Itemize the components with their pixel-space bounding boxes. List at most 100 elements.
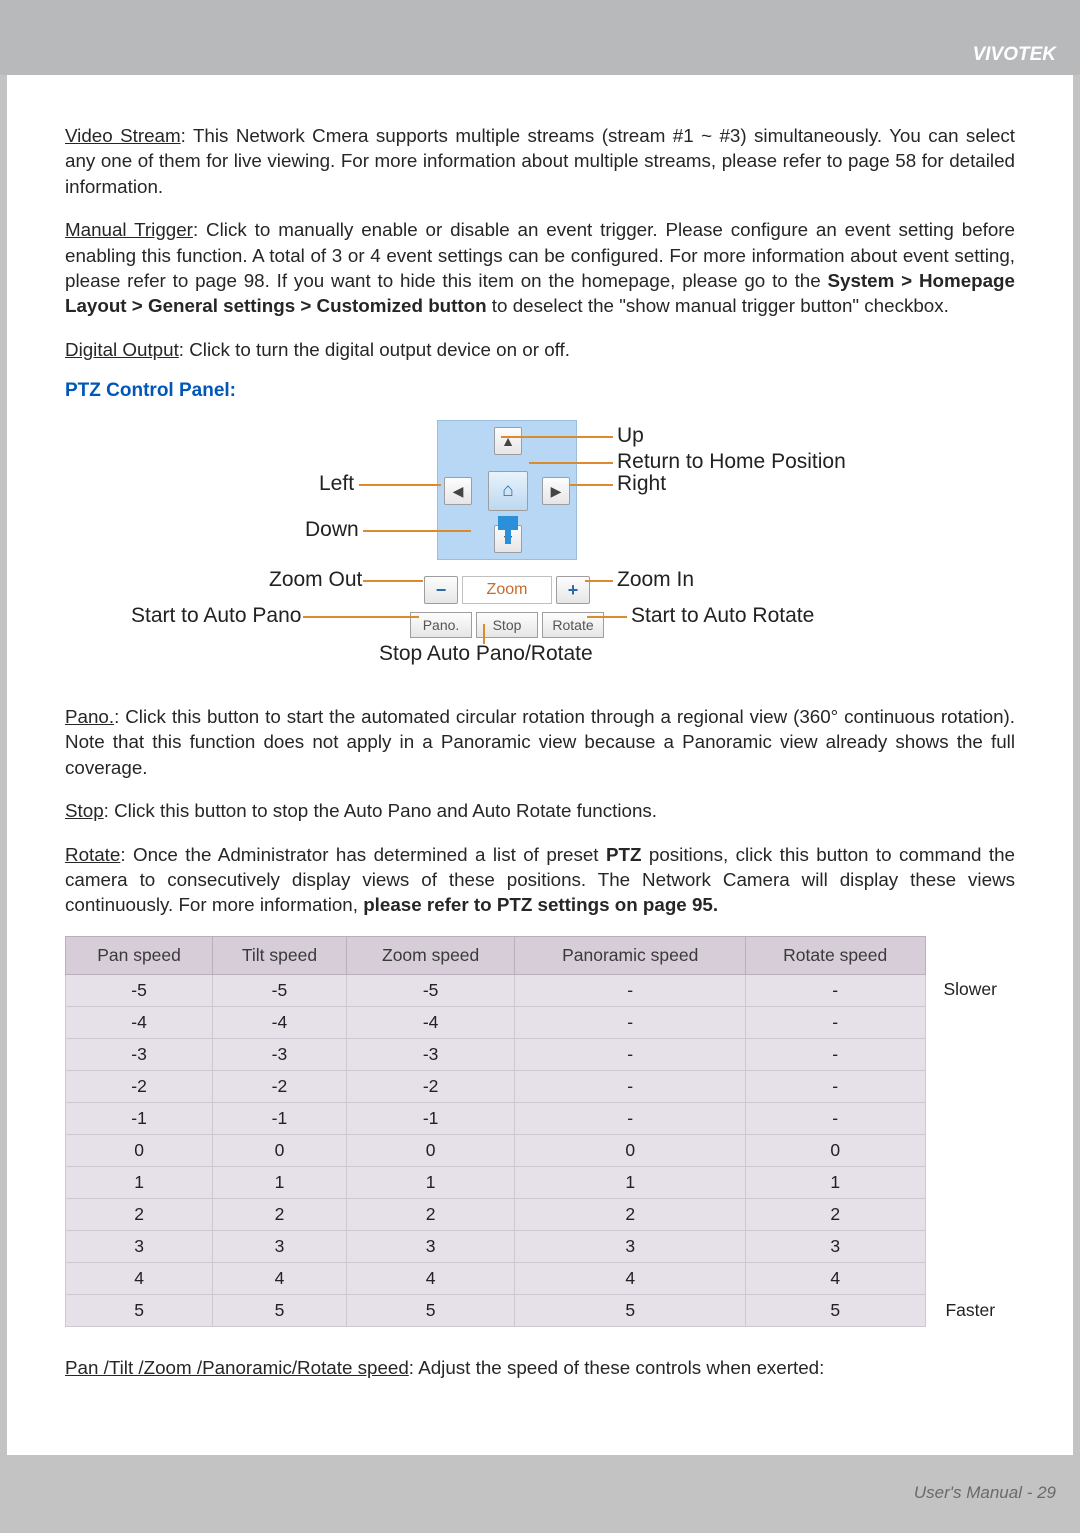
table-cell: -2 [213, 1070, 347, 1102]
ptz-diagram: ▲ ▼ ◀ ▶ ⌂ − Zoom + Pano. Stop Rotate Up … [65, 414, 1015, 674]
callout-down: Down [305, 518, 359, 542]
table-cell: -1 [66, 1102, 213, 1134]
stop-title: Stop [65, 800, 104, 821]
manual-trigger-body-b: to deselect the "show manual trigger but… [487, 295, 949, 316]
table-row: -5-5-5--Slower [66, 974, 1016, 1006]
table-cell: 0 [66, 1134, 213, 1166]
table-cell: -5 [213, 974, 347, 1006]
table-cell: 1 [66, 1166, 213, 1198]
line [529, 462, 613, 464]
manual-trigger-title: Manual Trigger [65, 219, 193, 240]
table-row: 33333 [66, 1230, 1016, 1262]
table-cell: 3 [346, 1230, 515, 1262]
rotate-body-a: : Once the Administrator has determined … [120, 844, 606, 865]
ptz-dpad: ▲ ▼ ◀ ▶ ⌂ [437, 420, 577, 560]
table-row: -2-2-2-- [66, 1070, 1016, 1102]
table-row: 00000 [66, 1134, 1016, 1166]
table-row: 44444 [66, 1262, 1016, 1294]
th-zoom: Zoom speed [346, 936, 515, 974]
ptz-home-button[interactable]: ⌂ [488, 471, 528, 511]
table-cell: 3 [213, 1230, 347, 1262]
rotate-ref-bold: please refer to PTZ settings on page 95. [363, 894, 718, 915]
table-cell: -4 [66, 1006, 213, 1038]
table-cell: 0 [213, 1134, 347, 1166]
pano-title: Pano. [65, 706, 114, 727]
table-cell: 1 [213, 1166, 347, 1198]
ptz-right-button[interactable]: ▶ [542, 477, 570, 505]
line [363, 580, 423, 582]
video-stream-paragraph: Video Stream: This Network Cmera support… [65, 123, 1015, 199]
table-cell: 0 [745, 1134, 925, 1166]
th-pan: Pan speed [66, 936, 213, 974]
table-cell: 4 [515, 1262, 745, 1294]
rotate-paragraph: Rotate: Once the Administrator has deter… [65, 842, 1015, 918]
table-cell: 0 [346, 1134, 515, 1166]
stop-body: : Click this button to stop the Auto Pan… [104, 800, 657, 821]
pano-button[interactable]: Pano. [410, 612, 472, 638]
table-cell: 2 [346, 1198, 515, 1230]
stop-button[interactable]: Stop [476, 612, 538, 638]
table-cell: 5 [515, 1294, 745, 1326]
callout-zoom-in: Zoom In [617, 568, 694, 592]
table-cell: 2 [213, 1198, 347, 1230]
table-cell: - [745, 1006, 925, 1038]
table-cell: - [515, 974, 745, 1006]
line [501, 436, 613, 438]
table-cell: 3 [745, 1230, 925, 1262]
table-cell: 4 [745, 1262, 925, 1294]
stop-paragraph: Stop: Click this button to stop the Auto… [65, 798, 1015, 823]
callout-home: Return to Home Position [617, 450, 846, 474]
table-cell: -3 [66, 1038, 213, 1070]
manual-trigger-paragraph: Manual Trigger: Click to manually enable… [65, 217, 1015, 319]
table-cell: 0 [515, 1134, 745, 1166]
ptz-joystick-handle[interactable] [498, 516, 518, 530]
callout-left: Left [319, 472, 354, 496]
line [363, 530, 471, 532]
speed-title: Pan /Tilt /Zoom /Panoramic/Rotate speed [65, 1357, 409, 1378]
ptz-panel: ▲ ▼ ◀ ▶ ⌂ − Zoom + Pano. Stop Rotate [397, 420, 617, 638]
page-content: Video Stream: This Network Cmera support… [7, 75, 1073, 1455]
video-stream-title: Video Stream [65, 125, 181, 146]
ptz-up-button[interactable]: ▲ [494, 427, 522, 455]
table-header-row: Pan speed Tilt speed Zoom speed Panorami… [66, 936, 1016, 974]
callout-zoom-out: Zoom Out [269, 568, 362, 592]
ptz-zoom-row: − Zoom + [397, 576, 617, 604]
th-tilt: Tilt speed [213, 936, 347, 974]
line [587, 616, 627, 618]
speed-table: Pan speed Tilt speed Zoom speed Panorami… [65, 936, 1015, 1327]
table-cell: -2 [346, 1070, 515, 1102]
ptz-section-title: PTZ Control Panel: [65, 380, 1015, 402]
table-cell: -3 [213, 1038, 347, 1070]
table-cell: 1 [515, 1166, 745, 1198]
line [359, 484, 441, 486]
table-cell: 5 [745, 1294, 925, 1326]
table-cell: 4 [346, 1262, 515, 1294]
video-stream-body: : This Network Cmera supports multiple s… [65, 125, 1015, 197]
line [585, 580, 613, 582]
table-cell: - [515, 1070, 745, 1102]
table-row: 11111 [66, 1166, 1016, 1198]
table-cell: - [745, 1070, 925, 1102]
brand-label: VIVOTEK [973, 44, 1056, 66]
table-cell: -5 [66, 974, 213, 1006]
table-cell: 2 [515, 1198, 745, 1230]
table-cell: -1 [213, 1102, 347, 1134]
table-cell: 4 [66, 1262, 213, 1294]
table-row: -4-4-4-- [66, 1006, 1016, 1038]
zoom-out-button[interactable]: − [424, 576, 458, 604]
header-bar: VIVOTEK [0, 0, 1080, 75]
table-cell: 5 [66, 1294, 213, 1326]
table-cell: -3 [346, 1038, 515, 1070]
speed-paragraph: Pan /Tilt /Zoom /Panoramic/Rotate speed:… [65, 1355, 1015, 1380]
table-cell: - [515, 1102, 745, 1134]
ptz-action-row: Pano. Stop Rotate [397, 612, 617, 638]
pano-body: : Click this button to start the automat… [65, 706, 1015, 778]
table-cell: -5 [346, 974, 515, 1006]
table-cell: 2 [66, 1198, 213, 1230]
line [303, 616, 419, 618]
digital-output-title: Digital Output [65, 339, 179, 360]
table-cell: -2 [66, 1070, 213, 1102]
slower-label: Slower [925, 974, 1015, 1294]
table-cell: 3 [515, 1230, 745, 1262]
ptz-left-button[interactable]: ◀ [444, 477, 472, 505]
